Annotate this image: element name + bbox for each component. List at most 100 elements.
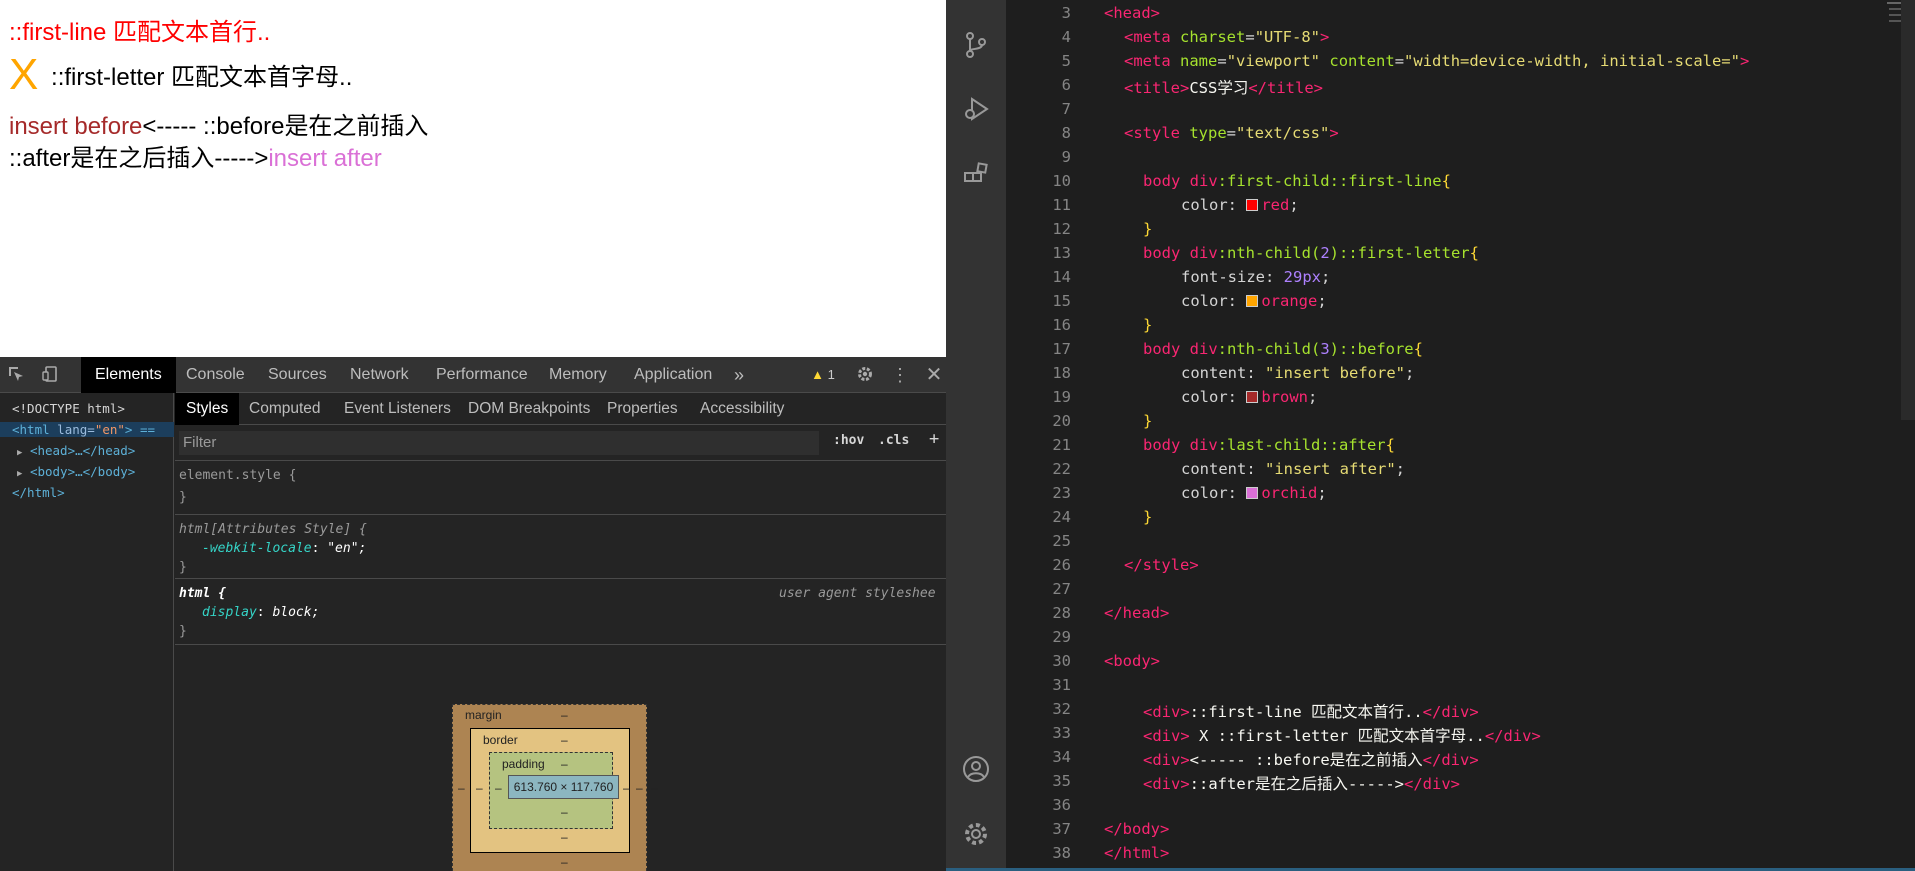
more-tabs-button[interactable]: »: [720, 357, 758, 393]
tab-sources[interactable]: Sources: [254, 357, 341, 393]
editor-scrollbar[interactable]: [1901, 0, 1915, 420]
code-line[interactable]: 38 </html>: [1006, 844, 1886, 868]
code-line[interactable]: 27: [1006, 580, 1886, 604]
preview-first-letter-rest: ::first-letter 匹配文本首字母..: [44, 64, 353, 91]
rule-html-ua: html { user agent styleshee display: blo…: [175, 579, 946, 645]
tab-memory[interactable]: Memory: [535, 357, 621, 393]
preview-first-letter: X: [9, 50, 39, 99]
styles-filter-input[interactable]: Filter: [179, 431, 819, 455]
preview-first-letter-line: X ::first-letter 匹配文本首字母..: [9, 50, 352, 100]
color-swatch-orange[interactable]: [1246, 295, 1259, 307]
padding-label: padding: [502, 757, 545, 771]
code-line[interactable]: 3 <head>: [1006, 4, 1886, 28]
code-line[interactable]: 11 color: red;: [1006, 196, 1886, 220]
styles-filter-bar: Filter :hov .cls +: [175, 425, 946, 461]
code-line[interactable]: 8 <style type="text/css">: [1006, 124, 1886, 148]
box-model-diagram: 613.760 × 117.760 margin – border – padd…: [175, 669, 946, 871]
styles-pane: Styles Computed Event Listeners DOM Brea…: [175, 393, 946, 871]
preview-after-line: ::after是在之后插入----->insert after: [9, 138, 382, 173]
border-label: border: [483, 733, 518, 747]
code-line[interactable]: 30 <body>: [1006, 652, 1886, 676]
source-control-icon[interactable]: [961, 30, 991, 60]
devtools-panel: Elements Console Sources Network Perform…: [0, 357, 946, 871]
subtab-styles[interactable]: Styles: [175, 393, 240, 425]
code-line[interactable]: 14 font-size: 29px;: [1006, 268, 1886, 292]
settings-gear-icon[interactable]: [855, 365, 875, 385]
device-toolbar-icon[interactable]: [40, 365, 60, 385]
code-line[interactable]: 12}: [1006, 220, 1886, 244]
dom-html-end[interactable]: </html>: [12, 485, 65, 500]
user-agent-stylesheet-label: user agent styleshee: [779, 586, 936, 601]
warning-count: 1: [827, 367, 835, 382]
code-line[interactable]: 7: [1006, 100, 1886, 124]
code-line[interactable]: 20}: [1006, 412, 1886, 436]
code-line[interactable]: 6 <title>CSS学习</title>: [1006, 76, 1886, 100]
settings-gear-icon[interactable]: [961, 819, 991, 849]
extensions-icon[interactable]: [961, 160, 991, 190]
code-line[interactable]: 24}: [1006, 508, 1886, 532]
add-rule-button[interactable]: +: [929, 429, 939, 449]
code-line[interactable]: 33 <div> X ::first-letter 匹配文本首字母..</div>: [1006, 724, 1886, 748]
dom-head-node[interactable]: ▶ <head>…</head>: [17, 443, 135, 458]
code-line[interactable]: 9: [1006, 148, 1886, 172]
color-swatch-brown[interactable]: [1246, 391, 1259, 403]
tab-elements[interactable]: Elements: [81, 357, 176, 393]
code-line[interactable]: 10 body div:first-child::first-line{: [1006, 172, 1886, 196]
code-line[interactable]: 22 content: "insert after";: [1006, 460, 1886, 484]
code-line[interactable]: 4 <meta charset="UTF-8">: [1006, 28, 1886, 52]
browser-preview: ::first-line 匹配文本首行.. X ::first-letter 匹…: [0, 0, 946, 357]
code-line[interactable]: 23 color: orchid;: [1006, 484, 1886, 508]
devtools-toolbar: Elements Console Sources Network Perform…: [0, 357, 946, 393]
styles-subtabs: Styles Computed Event Listeners DOM Brea…: [175, 393, 946, 425]
code-line[interactable]: 29: [1006, 628, 1886, 652]
preview-before-line: insert before<----- ::before是在之前插入: [9, 106, 428, 141]
code-editor-window: 3 <head> 4 <meta charset="UTF-8"> 5 <meta n…: [946, 0, 1915, 871]
code-line[interactable]: 31: [1006, 676, 1886, 700]
hov-button[interactable]: :hov: [833, 433, 864, 448]
close-icon[interactable]: ✕: [924, 365, 944, 385]
dom-html-node[interactable]: <html lang="en"> ==: [0, 422, 174, 437]
dom-body-node[interactable]: ▶ <body>…</body>: [17, 464, 135, 479]
code-line[interactable]: 36: [1006, 796, 1886, 820]
subtab-accessibility[interactable]: Accessibility: [689, 393, 795, 425]
editor-pane[interactable]: 3 <head> 4 <meta charset="UTF-8"> 5 <meta n…: [1006, 0, 1915, 871]
color-swatch-orchid[interactable]: [1246, 487, 1259, 499]
code-line[interactable]: 34 <div><----- ::before是在之前插入</div>: [1006, 748, 1886, 772]
tab-network[interactable]: Network: [336, 357, 423, 393]
cls-button[interactable]: .cls: [878, 433, 909, 448]
code-line[interactable]: 25: [1006, 532, 1886, 556]
preview-after-content: insert after: [268, 145, 382, 172]
tab-performance[interactable]: Performance: [422, 357, 542, 393]
dom-doctype[interactable]: <!DOCTYPE html>: [12, 401, 125, 416]
run-debug-icon[interactable]: [961, 94, 991, 124]
code-line[interactable]: 18 content: "insert before";: [1006, 364, 1886, 388]
code-line[interactable]: 37 </body>: [1006, 820, 1886, 844]
code-line[interactable]: 13 body div:nth-child(2)::first-letter{: [1006, 244, 1886, 268]
preview-before-text: <----- ::before是在之前插入: [142, 113, 429, 140]
box-model-content[interactable]: 613.760 × 117.760: [508, 775, 619, 799]
code-line[interactable]: 32 <div>::first-line 匹配文本首行..</div>: [1006, 700, 1886, 724]
subtab-dom-breakpoints[interactable]: DOM Breakpoints: [457, 393, 601, 425]
code-line[interactable]: 28 </head>: [1006, 604, 1886, 628]
code-line[interactable]: 5 <meta name="viewport" content="width=de…: [1006, 52, 1886, 76]
color-swatch-red[interactable]: [1246, 199, 1259, 211]
kebab-menu-icon[interactable]: ⋮: [890, 365, 910, 385]
code-line[interactable]: 19 color: brown;: [1006, 388, 1886, 412]
subtab-computed[interactable]: Computed: [238, 393, 332, 425]
inspect-element-icon[interactable]: [6, 365, 26, 385]
code-line[interactable]: 15 color: orange;: [1006, 292, 1886, 316]
code-line[interactable]: 16}: [1006, 316, 1886, 340]
warning-icon[interactable]: ▲ 1: [806, 365, 840, 385]
code-line[interactable]: 35 <div>::after是在之后插入-----></div>: [1006, 772, 1886, 796]
subtab-properties[interactable]: Properties: [596, 393, 689, 425]
code-line[interactable]: 26 </style>: [1006, 556, 1886, 580]
preview-after-text: ::after是在之后插入----->: [9, 145, 269, 172]
preview-before-content: insert before: [9, 113, 143, 140]
tab-application[interactable]: Application: [620, 357, 726, 393]
code-line[interactable]: 21 body div:last-child::after{: [1006, 436, 1886, 460]
subtab-event-listeners[interactable]: Event Listeners: [333, 393, 462, 425]
tab-console[interactable]: Console: [172, 357, 259, 393]
margin-label: margin: [465, 708, 502, 722]
account-icon[interactable]: [961, 754, 991, 784]
code-line[interactable]: 17 body div:nth-child(3)::before{: [1006, 340, 1886, 364]
